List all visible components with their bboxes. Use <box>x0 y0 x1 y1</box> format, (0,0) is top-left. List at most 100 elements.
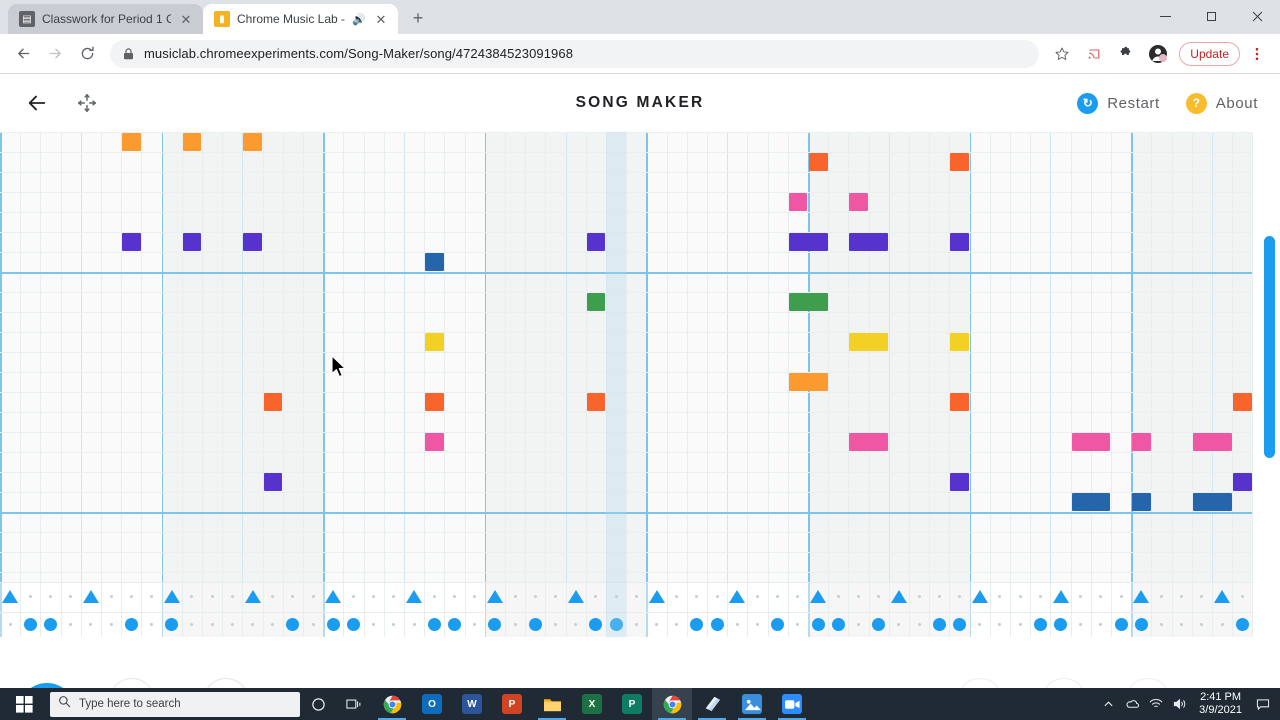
percussion-triangle-cell[interactable] <box>473 595 477 598</box>
grid-note[interactable] <box>425 333 444 351</box>
percussion-circle-cell[interactable] <box>109 623 113 626</box>
percussion-triangle-note[interactable] <box>406 590 423 603</box>
percussion-triangle-note[interactable] <box>729 590 746 603</box>
percussion-triangle-cell[interactable] <box>634 595 638 598</box>
onedrive-icon[interactable] <box>1121 688 1143 720</box>
vertical-scrollbar-thumb[interactable] <box>1264 236 1275 458</box>
percussion-circle-note[interactable] <box>690 618 704 631</box>
percussion-triangle-cell[interactable] <box>715 595 719 598</box>
percussion-circle-cell[interactable] <box>675 623 679 626</box>
tab-close-icon[interactable]: ✕ <box>373 11 389 27</box>
cortana-circle-icon[interactable] <box>300 688 336 720</box>
onenote-taskbar-icon[interactable] <box>692 688 732 720</box>
percussion-circle-note[interactable] <box>771 618 785 631</box>
grid-note[interactable] <box>849 233 889 251</box>
percussion-circle-cell[interactable] <box>1220 623 1224 626</box>
percussion-triangle-cell[interactable] <box>1079 595 1083 598</box>
percussion-triangle-cell[interactable] <box>937 595 941 598</box>
percussion-triangle-note[interactable] <box>1052 590 1069 603</box>
close-icon[interactable] <box>1234 0 1280 32</box>
new-tab-button[interactable]: + <box>404 4 432 32</box>
back-arrow-icon[interactable] <box>22 88 52 118</box>
percussion-circle-note[interactable] <box>932 618 946 631</box>
percussion-circle-cell[interactable] <box>69 623 73 626</box>
grid-note[interactable] <box>1071 433 1111 451</box>
three-dot-menu-icon[interactable] <box>1242 39 1272 69</box>
percussion-circle-note[interactable] <box>811 618 825 631</box>
percussion-circle-cell[interactable] <box>1160 623 1163 626</box>
chrome-active-taskbar-icon[interactable] <box>652 688 692 720</box>
grid-note[interactable] <box>122 133 141 151</box>
minimize-icon[interactable] <box>1142 0 1188 32</box>
restart-button[interactable]: ↻ Restart <box>1077 92 1160 114</box>
percussion-circle-note[interactable] <box>347 618 360 631</box>
maximize-icon[interactable] <box>1188 0 1234 32</box>
percussion-triangle-cell[interactable] <box>695 595 699 598</box>
wifi-icon[interactable] <box>1145 688 1167 720</box>
percussion-circle-cell[interactable] <box>473 623 477 626</box>
percussion-triangle-cell[interactable] <box>1240 595 1244 598</box>
song-grid-container[interactable] <box>0 132 1280 637</box>
percussion-circle-note[interactable] <box>1054 618 1067 631</box>
grid-note[interactable] <box>586 233 606 251</box>
grid-note[interactable] <box>425 253 444 271</box>
percussion-circle-note[interactable] <box>1134 618 1148 631</box>
grid-note[interactable] <box>950 233 970 251</box>
percussion-circle-note[interactable] <box>1235 618 1249 631</box>
percussion-triangle-cell[interactable] <box>129 595 133 598</box>
percussion-circle-cell[interactable] <box>634 623 638 626</box>
percussion-triangle-note[interactable] <box>163 590 180 603</box>
percussion-circle-note[interactable] <box>953 618 966 631</box>
percussion-triangle-cell[interactable] <box>513 595 517 598</box>
percussion-triangle-cell[interactable] <box>756 595 759 598</box>
percussion-circle-cell[interactable] <box>311 623 315 626</box>
grid-note[interactable] <box>586 393 606 411</box>
percussion-triangle-cell[interactable] <box>69 595 73 598</box>
percussion-triangle-note[interactable] <box>1133 590 1150 603</box>
update-button[interactable]: Update <box>1179 41 1240 66</box>
percussion-circle-cell[interactable] <box>998 623 1002 626</box>
percussion-triangle-note[interactable] <box>890 590 907 603</box>
grid-note[interactable] <box>1132 433 1151 451</box>
percussion-triangle-cell[interactable] <box>1018 595 1022 598</box>
grid-note[interactable] <box>788 293 828 311</box>
percussion-triangle-cell[interactable] <box>150 595 153 598</box>
grid-note[interactable] <box>849 433 889 451</box>
zoom-taskbar-icon[interactable] <box>772 688 812 720</box>
grid-note[interactable] <box>1192 493 1232 511</box>
percussion-triangle-note[interactable] <box>567 590 584 603</box>
percussion-circle-cell[interactable] <box>412 623 416 626</box>
grid-note[interactable] <box>1233 393 1252 411</box>
percussion-circle-cell[interactable] <box>1018 623 1022 626</box>
photos-taskbar-icon[interactable] <box>732 688 772 720</box>
percussion-circle-note[interactable] <box>448 618 461 631</box>
percussion-grid[interactable] <box>0 582 1254 637</box>
percussion-circle-cell[interactable] <box>372 623 376 626</box>
percussion-triangle-note[interactable] <box>486 590 503 603</box>
tab-audio-playing-icon[interactable]: 🔊 <box>352 13 366 26</box>
percussion-triangle-cell[interactable] <box>998 595 1002 598</box>
percussion-triangle-cell[interactable] <box>917 595 921 598</box>
grid-note[interactable] <box>788 193 808 211</box>
outlook-taskbar-icon[interactable]: O <box>412 688 452 720</box>
percussion-circle-cell[interactable] <box>857 623 860 626</box>
percussion-circle-cell[interactable] <box>89 623 93 626</box>
percussion-triangle-cell[interactable] <box>1119 595 1123 598</box>
percussion-triangle-cell[interactable] <box>1099 595 1103 598</box>
percussion-triangle-cell[interactable] <box>675 595 679 598</box>
percussion-circle-cell[interactable] <box>230 623 234 626</box>
grid-note[interactable] <box>1233 473 1252 491</box>
percussion-circle-cell[interactable] <box>735 623 739 626</box>
powerpoint-taskbar-icon[interactable]: P <box>492 688 532 720</box>
grid-note[interactable] <box>243 233 263 251</box>
percussion-triangle-cell[interactable] <box>311 595 315 598</box>
cast-icon[interactable] <box>1079 39 1109 69</box>
grid-note[interactable] <box>849 193 869 211</box>
browser-tab-classroom[interactable]: ▤ Classwork for Period 1 Guitar ✕ <box>8 4 203 34</box>
percussion-circle-cell[interactable] <box>554 623 557 626</box>
percussion-triangle-cell[interactable] <box>230 595 234 598</box>
percussion-triangle-cell[interactable] <box>958 595 961 598</box>
grid-note[interactable] <box>1071 493 1111 511</box>
percussion-triangle-cell[interactable] <box>392 595 396 598</box>
percussion-triangle-cell[interactable] <box>533 595 537 598</box>
